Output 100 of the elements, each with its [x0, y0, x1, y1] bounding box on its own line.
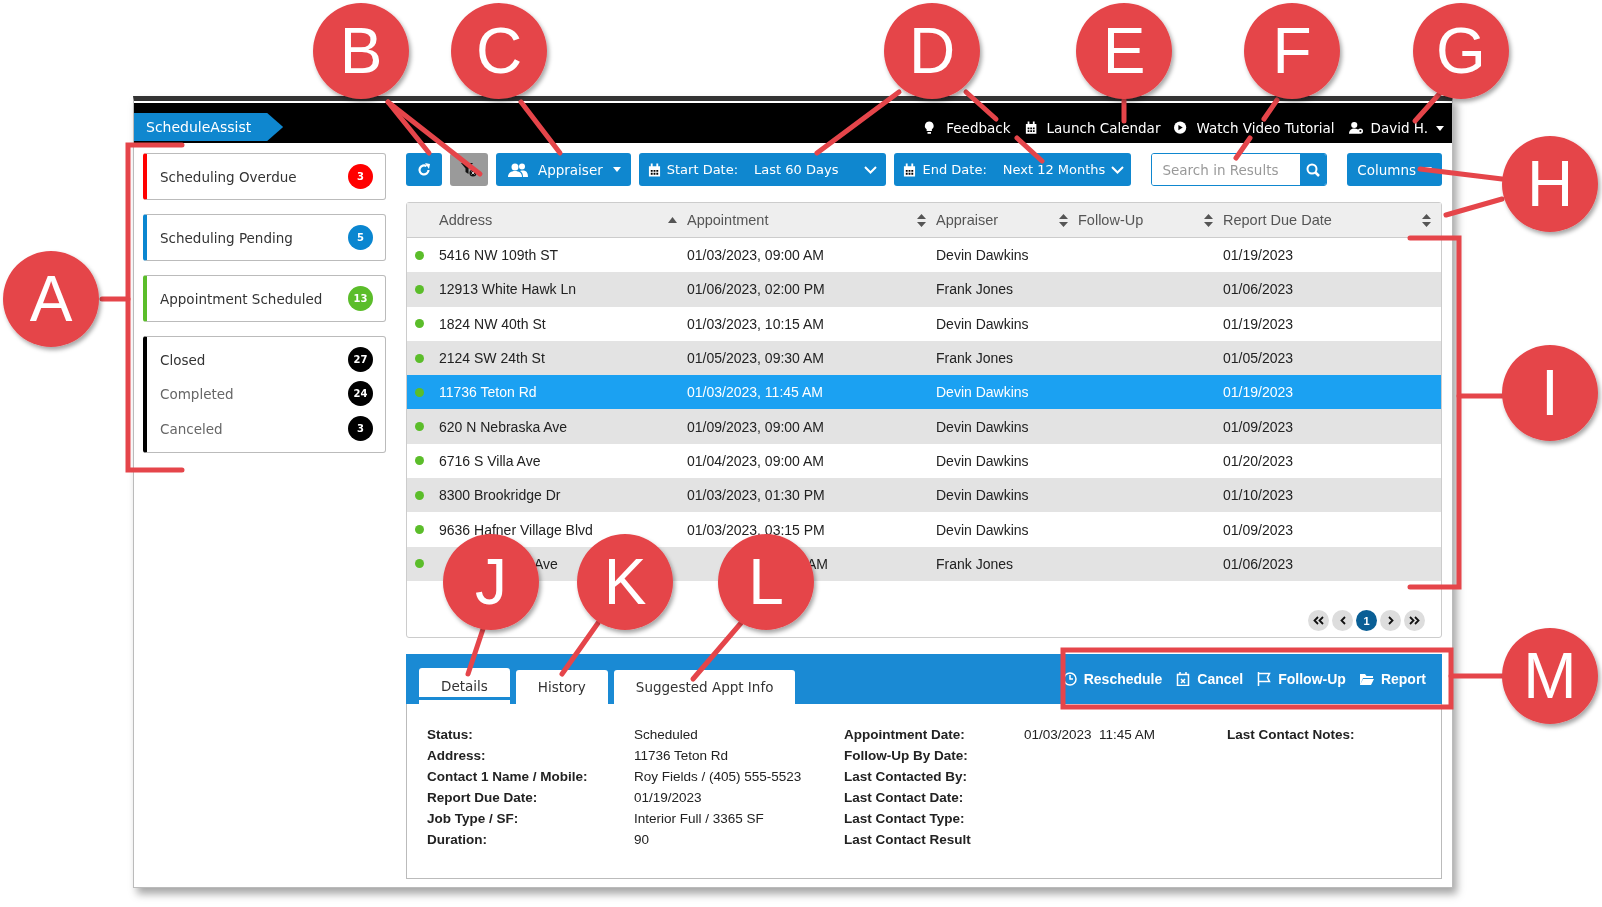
table-cell: Devin Dawkins [936, 487, 1029, 504]
status-dot [415, 490, 424, 500]
table-cell: 01/10/2023 [1223, 487, 1294, 504]
next-page-button[interactable] [1380, 610, 1401, 631]
action-link[interactable]: Report [1359, 671, 1426, 687]
status-label[interactable]: Completed [160, 385, 234, 402]
chevron-down-icon [1111, 165, 1125, 174]
field-label: Last Contacted By: [844, 769, 969, 786]
table-row[interactable]: 620 N Nebraska Ave 01/09/2023, 09:00 AM Devin Dawkins 01/09/2023 [407, 409, 1441, 444]
count-badge: 13 [348, 286, 373, 311]
status-label[interactable]: Canceled [160, 420, 223, 437]
header-link[interactable]: Feedback [924, 120, 1011, 136]
play-icon [1174, 121, 1189, 135]
filter-clear-icon [460, 162, 477, 177]
field-value: 11736 Teton Rd [634, 748, 729, 763]
header-link[interactable]: Watch Video Tutorial [1174, 120, 1335, 136]
status-dot [415, 319, 424, 329]
table-cell: Devin Dawkins [936, 521, 1029, 538]
refresh-button[interactable] [406, 153, 442, 186]
count-badge: 5 [348, 225, 373, 250]
search-field[interactable]: Search in Results [1151, 153, 1328, 186]
detail-tab[interactable]: History [515, 670, 608, 704]
sort-icon[interactable] [1422, 213, 1431, 227]
calendar-icon [1024, 121, 1039, 135]
table-cell: Devin Dawkins [936, 418, 1029, 435]
status-dot [415, 456, 424, 466]
page-button[interactable]: 1 [1356, 610, 1377, 631]
column-header[interactable]: Appraiser [936, 212, 999, 228]
callout-badge: D [884, 3, 980, 99]
table-cell: 1824 NW 40th St [439, 315, 546, 332]
chevron-right-icon [1387, 616, 1394, 625]
table-cell: 01/03/2023, 10:15 AM [687, 315, 824, 332]
table-cell: 01/05/2023 [1223, 350, 1294, 367]
table-row[interactable]: 5416 NW 109th ST 01/03/2023, 09:00 AM Devin Dawkins 01/19/2023 [407, 238, 1441, 273]
table-cell: 01/03/2023, 01:30 PM [687, 487, 825, 504]
appraiser-dropdown[interactable]: Appraiser [495, 153, 631, 186]
field-value: 90 [634, 832, 650, 847]
action-link[interactable]: Cancel [1176, 671, 1244, 687]
callout-badge: F [1244, 3, 1340, 99]
sort-icon[interactable] [917, 213, 926, 227]
status-label[interactable]: Scheduling Pending [160, 229, 293, 246]
previous-page-button[interactable] [1332, 610, 1353, 631]
calendar-cross-icon [1176, 672, 1191, 686]
leader-line [963, 89, 999, 122]
end-date-dropdown[interactable]: End Date: Next 12 Months [894, 153, 1132, 186]
start-date-dropdown[interactable]: Start Date: Last 60 Days [638, 153, 887, 186]
double-chevron-right-icon [1409, 616, 1420, 625]
callout-badge: C [451, 3, 547, 99]
status-label[interactable]: Scheduling Overdue [160, 168, 297, 185]
callout-badge: I [1502, 345, 1598, 441]
table-cell: Devin Dawkins [936, 247, 1029, 264]
column-header[interactable]: Appointment [687, 212, 769, 228]
field-label: Job Type / SF: [427, 811, 520, 828]
status-label[interactable]: Closed [160, 351, 206, 368]
field-label: Report Due Date: [427, 790, 539, 807]
header-link[interactable]: Launch Calendar [1024, 120, 1161, 136]
status-label[interactable]: Appointment Scheduled [160, 290, 323, 307]
detail-tab[interactable]: Details [419, 668, 510, 704]
detail-tab[interactable]: Suggested Appt Info [613, 670, 796, 704]
action-link[interactable]: Reschedule [1062, 671, 1163, 687]
callout-badge: M [1502, 628, 1598, 724]
table-row[interactable]: 1824 NW 40th St 01/03/2023, 10:15 AM Devin Dawkins 01/19/2023 [407, 306, 1441, 341]
table-cell: 12913 White Hawk Ln [439, 281, 576, 298]
field-label: Status: [427, 727, 474, 744]
flag-icon [1257, 672, 1272, 686]
leader-line [1121, 97, 1127, 124]
table-row[interactable]: 12913 White Hawk Ln 01/06/2023, 02:00 PM Frank Jones 01/06/2023 [407, 272, 1441, 307]
table-cell: 01/05/2023, 09:30 AM [687, 350, 824, 367]
search-icon [1306, 162, 1321, 177]
chevron-left-icon [1339, 616, 1346, 625]
header-link[interactable]: David H. [1348, 120, 1444, 136]
count-badge: 27 [348, 347, 373, 372]
app-logo[interactable]: ScheduleAssist [134, 113, 284, 141]
action-link[interactable]: Follow-Up [1257, 671, 1346, 687]
table-row[interactable]: 6716 S Villa Ave 01/04/2023, 09:00 AM Devin Dawkins 01/20/2023 [407, 443, 1441, 479]
last-page-button[interactable] [1404, 610, 1425, 631]
table-cell: 01/09/2023, 09:00 AM [687, 418, 824, 435]
column-header[interactable]: Report Due Date [1223, 212, 1332, 228]
table-cell: 2124 SW 24th St [439, 350, 545, 367]
field-label: Last Contact Type: [844, 811, 966, 828]
field-label: Last Contact Result [844, 832, 972, 849]
table-cell: Devin Dawkins [936, 452, 1029, 469]
leader-line [1233, 135, 1253, 161]
first-page-button[interactable] [1308, 610, 1329, 631]
sort-icon[interactable] [1059, 213, 1068, 227]
callout-badge: B [313, 3, 409, 99]
column-header[interactable]: Address [439, 212, 493, 228]
column-header[interactable]: Follow-Up [1078, 212, 1144, 228]
folder-icon [1359, 672, 1374, 686]
table-cell: 01/06/2023 [1223, 555, 1294, 572]
search-button[interactable] [1300, 154, 1327, 185]
table-row[interactable]: 2124 SW 24th St 01/05/2023, 09:30 AM Frank Jones 01/05/2023 [407, 340, 1441, 376]
field-label: Address: [427, 748, 487, 765]
callout-badge: K [577, 534, 673, 630]
field-label: Appointment Date: [844, 727, 966, 744]
leader-line [559, 620, 601, 677]
sort-icon[interactable] [1204, 213, 1213, 227]
sort-up-icon[interactable] [668, 217, 677, 223]
table-cell: 11736 Teton Rd [439, 384, 537, 401]
table-row[interactable]: 8300 Brookridge Dr 01/03/2023, 01:30 PM Devin Dawkins 01/10/2023 [407, 478, 1441, 513]
